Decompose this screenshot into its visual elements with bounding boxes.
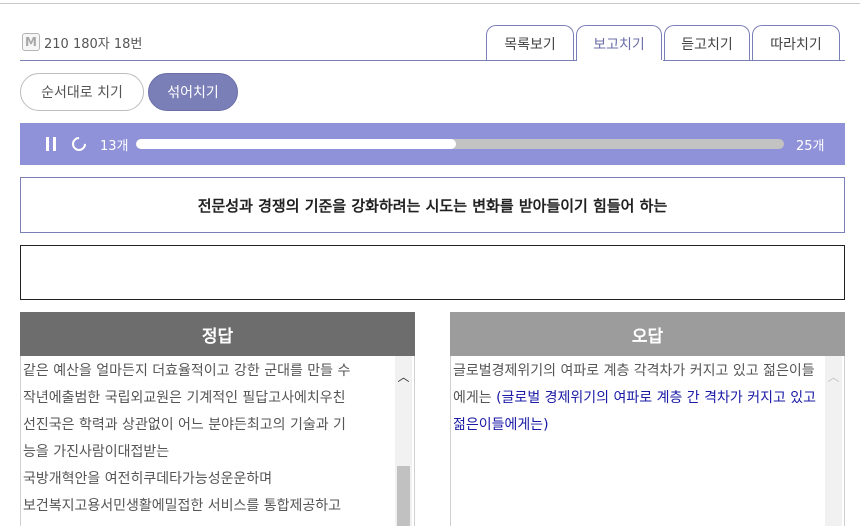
- reload-icon[interactable]: [69, 134, 89, 154]
- tab-see-and-type[interactable]: 보고치기: [576, 25, 662, 61]
- top-divider: [0, 3, 860, 4]
- tab-underline: [20, 60, 845, 61]
- shuffle-mode-button[interactable]: 섞어치기: [148, 73, 238, 111]
- chevron-up-icon[interactable]: ︿: [395, 368, 412, 384]
- correct-list: 같은 예산을 얼마든지 더효율적이고 강한 군대를 만들 수 작년에출범한 국립…: [21, 356, 393, 520]
- tab-listen-and-type[interactable]: 듣고치기: [664, 25, 750, 61]
- progress-bar: 13개 25개: [20, 123, 845, 165]
- chevron-up-icon[interactable]: ︿: [825, 368, 842, 384]
- wrong-answer-text: 글로벌경제위기의 여파로 계층 각격차가 커지고 있고 젊은이들에게는 (글로벌…: [451, 356, 823, 439]
- typing-input[interactable]: [20, 245, 845, 300]
- pause-icon[interactable]: [46, 137, 56, 151]
- tab-list-view[interactable]: 목록보기: [486, 25, 574, 61]
- prompt-sentence: 전문성과 경쟁의 기준을 강화하려는 시도는 변화를 받아들이기 힘들어 하는: [20, 177, 845, 233]
- progress-track: [136, 139, 784, 149]
- list-item: 능을 가진사람이대접받는: [23, 444, 170, 460]
- sequential-mode-button[interactable]: 순서대로 치기: [20, 73, 144, 111]
- m-badge-icon: M: [22, 33, 40, 51]
- wrong-panel-title: 오답: [450, 312, 845, 356]
- progress-total: 25개: [796, 138, 825, 154]
- correction-text: (글로벌 경제위기의 여파로 계층 간 격차가 커지고 있고 젊은이들에게는): [453, 390, 817, 433]
- active-tab-gap: [577, 60, 663, 62]
- list-item: 작년에출범한 국립외교원은 기계적인 필답고사에치우친: [23, 390, 346, 406]
- correct-scrollbar[interactable]: ︿: [395, 356, 412, 526]
- list-item: 보건복지고용서민생활에밀접한 서비스를 통합제공하고: [23, 498, 342, 514]
- view-tabs: 목록보기 보고치기 듣고치기 따라치기: [486, 25, 842, 61]
- list-item: 선진국은 학력과 상관없이 어느 분야든최고의 기술과 기: [23, 417, 346, 433]
- progress-fill: [136, 139, 457, 149]
- progress-current: 13개: [100, 138, 129, 154]
- correct-panel: 같은 예산을 얼마든지 더효율적이고 강한 군대를 만들 수 작년에출범한 국립…: [20, 356, 415, 526]
- lesson-info: M 210 180자 18번: [22, 33, 143, 52]
- list-item: 국방개혁안을 여전히쿠데타가능성운운하며: [23, 471, 273, 487]
- wrong-panel: 글로벌경제위기의 여파로 계층 각격차가 커지고 있고 젊은이들에게는 (글로벌…: [450, 356, 845, 526]
- correct-panel-title: 정답: [20, 312, 415, 356]
- lesson-info-text: 210 180자 18번: [44, 36, 143, 52]
- wrong-scrollbar[interactable]: ︿: [825, 356, 842, 526]
- scroll-thumb[interactable]: [397, 466, 410, 526]
- tab-follow-and-type[interactable]: 따라치기: [752, 25, 840, 61]
- list-item: 같은 예산을 얼마든지 더효율적이고 강한 군대를 만들 수: [23, 363, 351, 379]
